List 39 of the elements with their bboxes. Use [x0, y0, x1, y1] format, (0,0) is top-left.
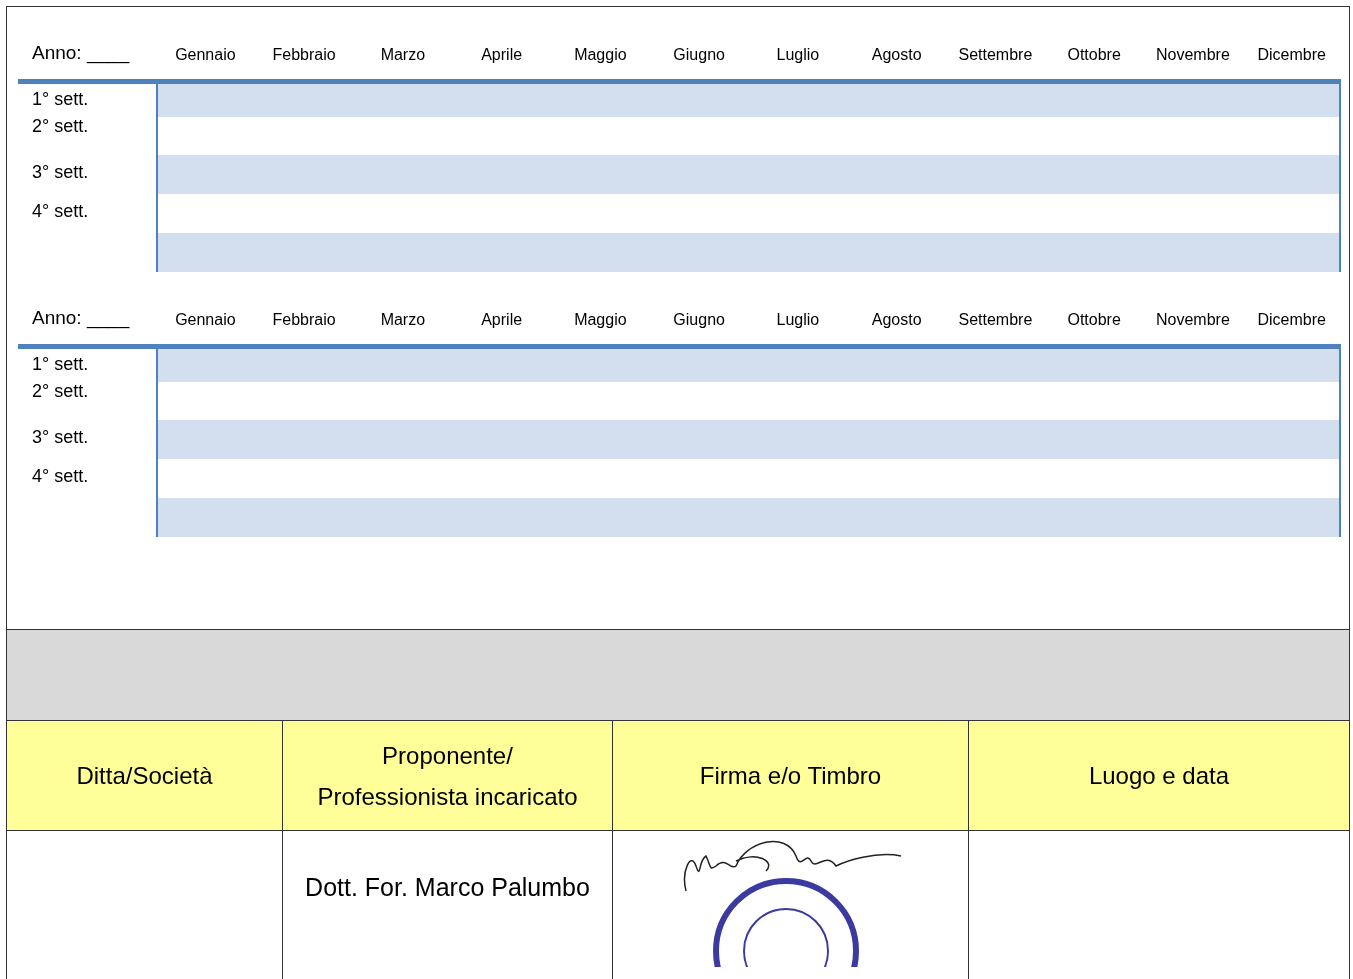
month-heading: Maggio	[573, 310, 628, 330]
month-heading: Dicembre	[1256, 310, 1327, 330]
month-heading: Luglio	[775, 310, 821, 330]
week-label: 2° sett.	[32, 380, 89, 403]
week-label: 4° sett.	[32, 200, 89, 223]
month-heading: Giugno	[672, 45, 726, 65]
week-label: 4° sett.	[32, 465, 89, 488]
month-heading: Settembre	[957, 310, 1034, 330]
week-label: 2° sett.	[32, 115, 89, 138]
month-heading: Febbraio	[271, 45, 337, 65]
month-heading: Marzo	[379, 310, 427, 330]
month-heading: Agosto	[870, 45, 923, 65]
week-label: 1° sett.	[32, 88, 89, 111]
column-heading: Luogo e data	[1088, 761, 1230, 791]
month-heading: Luglio	[775, 45, 821, 65]
year-label: Anno: ____	[31, 40, 131, 66]
week-label: 3° sett.	[32, 426, 89, 449]
month-heading: Gennaio	[174, 45, 237, 65]
column-heading: Firma e/o Timbro	[699, 761, 882, 791]
month-heading: Novembre	[1154, 310, 1231, 330]
month-heading: Marzo	[379, 45, 427, 65]
month-heading: Novembre	[1154, 45, 1231, 65]
month-heading: Ottobre	[1066, 310, 1122, 330]
month-heading: Agosto	[870, 310, 923, 330]
month-heading: Febbraio	[271, 310, 337, 330]
week-label: 3° sett.	[32, 161, 89, 184]
month-heading: Maggio	[573, 45, 628, 65]
month-heading: Ottobre	[1066, 45, 1122, 65]
month-heading: Aprile	[480, 310, 524, 330]
column-heading: Ditta/Società	[76, 761, 213, 791]
month-heading: Giugno	[672, 310, 726, 330]
year-label: Anno: ____	[31, 305, 131, 331]
column-heading: Proponente/ Professionista incaricato	[317, 740, 578, 812]
month-heading: Aprile	[480, 45, 524, 65]
month-heading: Gennaio	[174, 310, 237, 330]
week-label: 1° sett.	[32, 353, 89, 376]
month-heading: Dicembre	[1256, 45, 1327, 65]
proponent-name: Dott. For. Marco Palumbo	[305, 872, 590, 903]
month-heading: Settembre	[957, 45, 1034, 65]
